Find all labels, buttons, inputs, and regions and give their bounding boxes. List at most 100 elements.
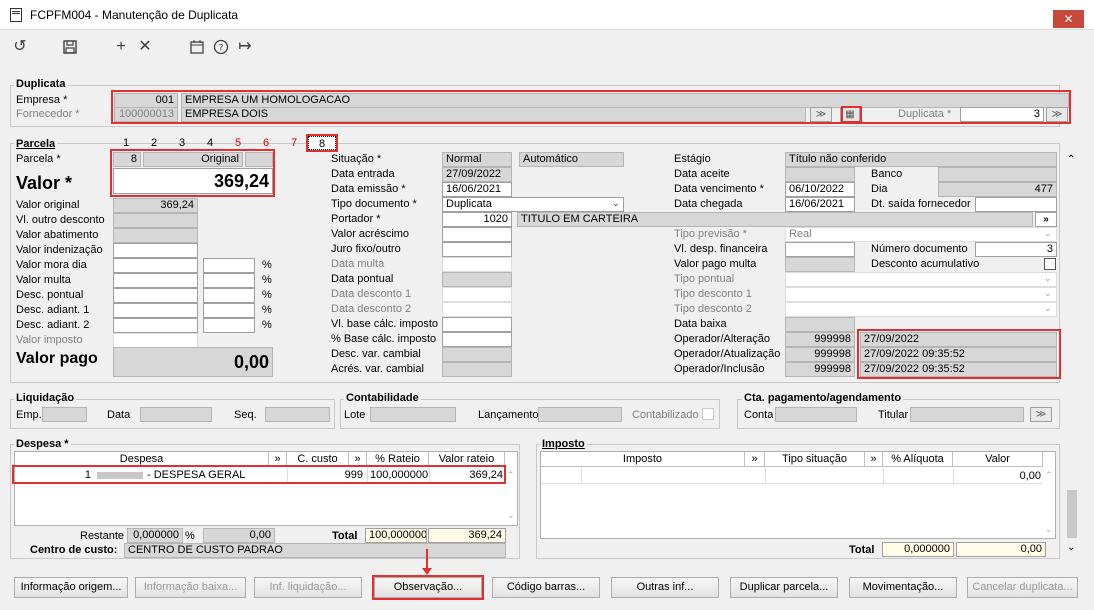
exit-icon[interactable]: ↦ [235,37,255,57]
desc-pontual-field[interactable] [113,288,198,303]
data-aceite-label: Data aceite [674,168,730,180]
col-valor-rateio[interactable]: Valor rateio [429,452,505,467]
imposto-scroll-up-icon[interactable]: ⌃ [1045,470,1053,481]
scroll-down-icon[interactable]: ⌄ [1067,542,1075,553]
liq-emp-field [42,407,87,422]
window-title: FCPFM004 - Manutenção de Duplicata [30,8,239,22]
parcela-tab-4[interactable]: 4 [196,136,224,150]
pct-base-calc-field[interactable] [442,332,512,347]
parcela-num-field[interactable]: 8 [113,152,141,167]
observacao-button[interactable]: Observação... [374,577,482,598]
juro-fixo-field[interactable] [442,242,512,257]
duplicar-parcela-button[interactable]: Duplicar parcela... [730,577,838,598]
imposto-title: Imposto [540,438,587,451]
data-desconto1-label: Data desconto 1 [331,288,412,300]
table-row[interactable]: 1 - DESPESA GERAL 999 100,000000 369,24 [15,468,505,483]
valor-multa-field[interactable] [113,273,198,288]
data-chegada-field[interactable]: 16/06/2021 [785,197,855,212]
data-desconto2-label: Data desconto 2 [331,303,412,315]
col-despesa[interactable]: Despesa [15,452,269,467]
parcela-tab-1[interactable]: 1 [112,136,140,150]
valor-mora-field[interactable] [113,258,198,273]
outras-inf-button[interactable]: Outras inf... [611,577,719,598]
undo-icon[interactable]: ↺ [10,37,30,57]
imposto-row[interactable]: 0,00 [541,468,1043,484]
col-valor[interactable]: Valor [953,452,1043,467]
col-imposto-lookup-icon[interactable]: » [745,452,765,467]
parcela-tab-5[interactable]: 5 [224,136,252,150]
empresa-code-field[interactable]: 001 [114,93,178,108]
informacao-origem-button[interactable]: Informação origem... [14,577,128,598]
desconto-acumulativo-checkbox[interactable] [1044,258,1056,270]
dia-label: Dia [871,183,888,195]
portador-label: Portador * [331,213,381,225]
add-icon[interactable]: + [111,37,131,57]
juro-fixo-label: Juro fixo/outro [331,243,401,255]
imposto-table-header: Imposto » Tipo situação » % Alíquota Val… [541,452,1043,467]
grid-icon[interactable]: ▦ [840,107,860,122]
save-icon[interactable] [60,37,80,57]
help-icon[interactable]: ? [211,37,231,57]
inf-liquidacao-button[interactable]: Inf. liquidação... [254,577,362,598]
scroll-up-icon[interactable]: ⌃ [1067,154,1075,165]
col-tipo-lookup-icon[interactable]: » [865,452,883,467]
portador-code-field[interactable]: 1020 [442,212,512,227]
scroll-thumb[interactable] [1067,490,1077,538]
despesa-scroll-down-icon[interactable]: ⌄ [507,510,515,521]
scrollbar[interactable]: ⌃ ⌄ [1064,150,1080,558]
desc-adiant1-field[interactable] [113,303,198,318]
data-vencimento-field[interactable]: 06/10/2022 [785,182,855,197]
base-calc-imposto-field[interactable] [442,317,512,332]
movimentacao-button[interactable]: Movimentação... [849,577,957,598]
desc-pontual-pct-field[interactable] [203,288,255,303]
data-emissao-field[interactable]: 16/06/2021 [442,182,512,197]
duplicata-label: Duplicata * [898,108,952,120]
col-ccusto[interactable]: C. custo [287,452,349,467]
fornecedor-code-field[interactable]: 100000013 [114,107,178,122]
parcela-tab-7[interactable]: 7 [280,136,308,150]
tipo-documento-chevron-icon[interactable]: ⌄ [612,198,620,209]
tipo-documento-select[interactable]: Duplicata [442,197,624,212]
parcela-tab-3[interactable]: 3 [168,136,196,150]
duplicata-field[interactable]: 3 [960,107,1044,122]
red-arrow-head [422,568,432,575]
informacao-baixa-button[interactable]: Informação baixa... [135,577,246,598]
desc-adiant2-field[interactable] [113,318,198,333]
col-aliquota[interactable]: % Alíquota [883,452,953,467]
tipo-desconto2-select [785,302,1057,317]
window-close-button[interactable]: ✕ [1053,10,1084,28]
vl-desp-financeira-field[interactable] [785,242,855,257]
parcela-tab-6[interactable]: 6 [252,136,280,150]
calendar-icon[interactable] [187,37,207,57]
numero-documento-field[interactable]: 3 [975,242,1057,257]
delete-icon[interactable]: ✕ [135,37,155,57]
valor-field[interactable]: 369,24 [113,168,273,194]
titular-lookup-icon[interactable]: ≫ [1030,407,1052,422]
cancelar-duplicata-button[interactable]: Cancelar duplicata... [967,577,1078,598]
valor-acrescimo-field[interactable] [442,227,512,242]
portador-lookup-icon[interactable]: » [1035,212,1057,227]
col-tipo-situacao[interactable]: Tipo situação [765,452,865,467]
codigo-barras-button[interactable]: Código barras... [492,577,600,598]
col-rateio[interactable]: % Rateio [367,452,429,467]
liq-data-label: Data [107,409,131,421]
fornecedor-lookup-icon[interactable]: ≫ [810,107,832,122]
parcela-tab-8[interactable]: 8 [308,136,336,150]
valor-mora-pct-field[interactable] [203,258,255,273]
desc-adiant1-pct-field[interactable] [203,303,255,318]
valor-indenizacao-field[interactable] [113,243,198,258]
col-despesa-lookup-icon[interactable]: » [269,452,287,467]
desc-adiant2-pct-field[interactable] [203,318,255,333]
tipo-desconto2-label: Tipo desconto 2 [674,303,752,315]
imposto-scroll-down-icon[interactable]: ⌄ [1045,524,1053,535]
parcela-tab-2[interactable]: 2 [140,136,168,150]
duplicata-lookup-icon[interactable]: ≫ [1046,107,1068,122]
data-chegada-label: Data chegada [674,198,743,210]
despesa-scroll-up-icon[interactable]: ⌃ [507,470,515,481]
valor-pago-field: 0,00 [113,347,273,377]
valor-multa-pct-field[interactable] [203,273,255,288]
dt-saida-field[interactable] [975,197,1057,212]
op-inclusao-date-field: 27/09/2022 09:35:52 [860,362,1057,377]
col-imposto[interactable]: Imposto [541,452,745,467]
col-ccusto-lookup-icon[interactable]: » [349,452,367,467]
